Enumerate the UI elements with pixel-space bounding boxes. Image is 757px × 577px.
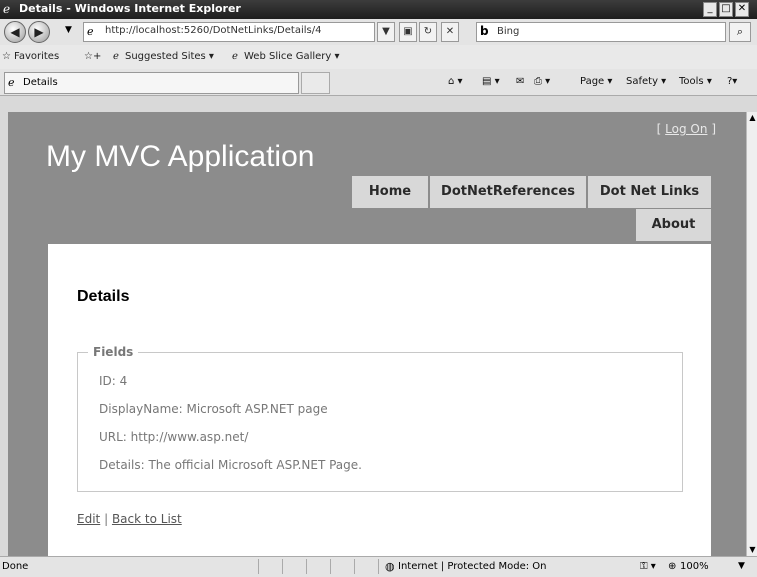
field-id: ID: 4 [99, 374, 128, 388]
close-button[interactable]: ✕ [735, 2, 749, 17]
main-content: Details Fields ID: 4 DisplayName: Micros… [48, 244, 711, 556]
new-tab-button[interactable] [301, 72, 330, 94]
bing-logo-icon: b [480, 24, 489, 38]
minimize-button[interactable]: _ [703, 2, 717, 17]
globe-icon: ◍ [385, 560, 395, 573]
suggested-sites-link[interactable]: Suggested Sites ▾ [125, 51, 214, 62]
logon-bracket-open: [ [656, 122, 662, 136]
forward-button[interactable]: ▶ [28, 21, 50, 43]
action-links: Edit | Back to List [77, 512, 182, 526]
field-details: Details: The official Microsoft ASP.NET … [99, 458, 362, 472]
tab-command-bar: ℯ Details ⌂ ▾ ▤ ▾ ✉ ⎙ ▾ Page ▾ Safety ▾ … [0, 69, 757, 96]
scroll-down-icon[interactable]: ▼ [747, 544, 757, 556]
window-title-bar: ℯ Details - Windows Internet Explorer _ … [0, 0, 757, 19]
address-bar[interactable]: ℯ http://localhost:5260/DotNetLinks/Deta… [83, 22, 375, 42]
tab-page-icon: ℯ [8, 76, 15, 89]
logon-bracket-close: ] [711, 122, 716, 136]
page-viewport: [ Log On ] My MVC Application Home DotNe… [8, 112, 746, 556]
favorites-bar: ☆ Favorites ☆+ ℯ Suggested Sites ▾ ℯ Web… [0, 45, 757, 70]
web-slice-gallery-link[interactable]: Web Slice Gallery ▾ [244, 51, 340, 62]
safety-menu[interactable]: Safety ▾ [626, 76, 666, 87]
mail-icon[interactable]: ✉ [516, 76, 524, 87]
tab-label: Details [23, 77, 58, 88]
vertical-scrollbar[interactable]: ▲ ▼ [746, 112, 757, 556]
status-divider [258, 559, 281, 574]
maximize-button[interactable]: □ [719, 2, 733, 17]
recent-pages-icon[interactable]: ▼ [65, 25, 72, 35]
fields-fieldset: Fields ID: 4 DisplayName: Microsoft ASP.… [77, 345, 683, 492]
search-placeholder: Bing [497, 26, 520, 37]
address-dropdown-button[interactable]: ▼ [377, 22, 395, 42]
refresh-icon[interactable]: ↻ [419, 22, 437, 42]
field-displayname: DisplayName: Microsoft ASP.NET page [99, 402, 328, 416]
protected-mode-icon[interactable]: ⚿ ▾ [640, 561, 656, 572]
compatibility-view-icon[interactable]: ▣ [399, 22, 417, 42]
site-title: My MVC Application [46, 140, 315, 173]
page-heading: Details [77, 288, 130, 305]
help-icon[interactable]: ?▾ [727, 76, 737, 87]
page-icon: ℯ [87, 25, 94, 38]
zoom-level[interactable]: 100% [680, 561, 709, 572]
ie-logo-icon: ℯ [3, 2, 11, 16]
zoom-icon[interactable]: ⊕ [668, 561, 676, 572]
menu-home[interactable]: Home [352, 176, 428, 208]
address-toolbar: ◀ ▶ ▼ ℯ http://localhost:5260/DotNetLink… [0, 19, 757, 46]
status-text: Done [2, 561, 29, 572]
back-button[interactable]: ◀ [4, 21, 26, 43]
status-bar: Done ◍ Internet | Protected Mode: On ⚿ ▾… [0, 556, 757, 577]
status-divider [354, 559, 377, 574]
zoom-dropdown-icon[interactable]: ▼ [738, 561, 745, 571]
home-icon[interactable]: ⌂ ▾ [448, 76, 463, 87]
tools-menu[interactable]: Tools ▾ [679, 76, 712, 87]
edit-link[interactable]: Edit [77, 512, 100, 526]
suggested-sites-icon: ℯ [113, 51, 119, 62]
add-favorites-icon[interactable]: ☆+ [84, 51, 101, 62]
address-url: http://localhost:5260/DotNetLinks/Detail… [105, 25, 322, 36]
link-separator: | [104, 512, 109, 526]
menu-dotnetlinks[interactable]: Dot Net Links [588, 176, 711, 208]
search-icon[interactable]: ⌕ [729, 22, 751, 42]
field-url: URL: http://www.asp.net/ [99, 430, 249, 444]
browser-tab[interactable]: ℯ Details [4, 72, 299, 94]
favorites-star-icon: ☆ [2, 51, 11, 62]
status-divider [306, 559, 329, 574]
fieldset-legend: Fields [88, 345, 139, 359]
menu-about[interactable]: About [636, 209, 711, 241]
search-input[interactable]: b Bing [476, 22, 726, 42]
status-divider [282, 559, 305, 574]
back-to-list-link[interactable]: Back to List [112, 512, 182, 526]
scroll-up-icon[interactable]: ▲ [747, 112, 757, 124]
print-icon[interactable]: ⎙ ▾ [534, 76, 550, 87]
page-menu[interactable]: Page ▾ [580, 76, 612, 87]
favorites-button[interactable]: Favorites [14, 51, 59, 62]
status-divider [330, 559, 353, 574]
window-title: Details - Windows Internet Explorer [19, 2, 241, 15]
logon-area: [ Log On ] [657, 122, 716, 136]
stop-icon[interactable]: ✕ [441, 22, 459, 42]
feeds-icon[interactable]: ▤ ▾ [482, 76, 500, 87]
web-slice-icon: ℯ [232, 51, 238, 62]
menu-dotnetreferences[interactable]: DotNetReferences [430, 176, 586, 208]
security-zone[interactable]: Internet | Protected Mode: On [398, 561, 546, 572]
logon-link[interactable]: Log On [665, 122, 707, 136]
